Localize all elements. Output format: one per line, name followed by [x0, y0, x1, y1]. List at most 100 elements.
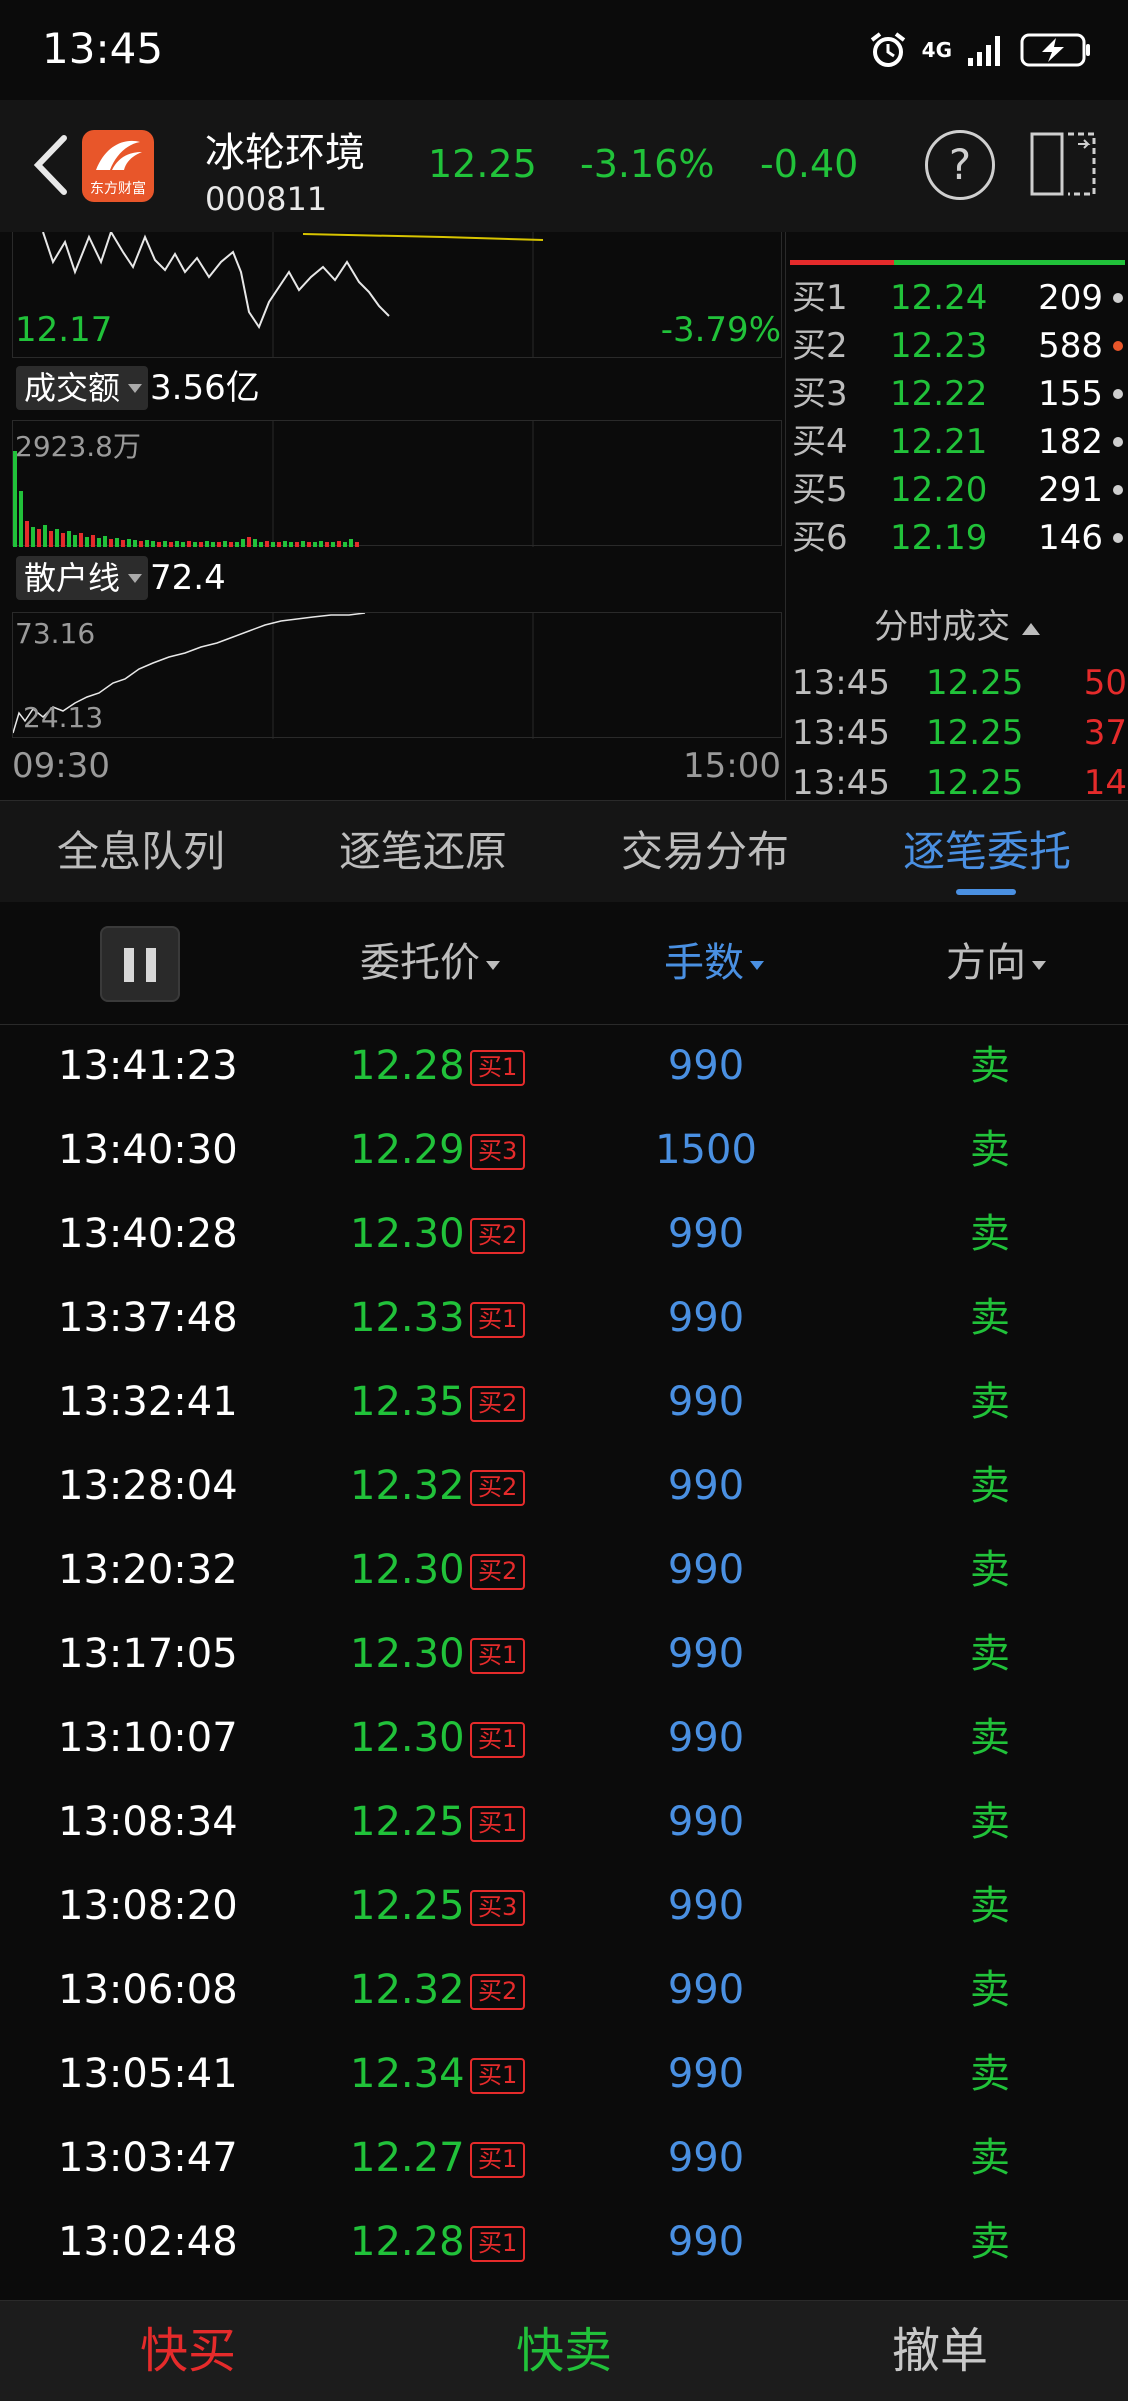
- table-row[interactable]: 13:37:48 12.33 买1 990 卖: [0, 1276, 1128, 1360]
- order-time: 13:41:23: [58, 1043, 238, 1089]
- bid-row[interactable]: 买6 12.19 146: [786, 514, 1128, 562]
- trade-time: 13:45: [792, 663, 890, 703]
- tick-order-list[interactable]: 13:41:23 12.28 买1 990 卖 13:40:30 12.29 买3 1500 卖 1…: [0, 1024, 1128, 2300]
- order-direction: 卖: [970, 1967, 1010, 2013]
- sort-arrow-icon: [486, 960, 500, 970]
- order-price: 12.30: [350, 1715, 465, 1761]
- order-volume: 990: [667, 1883, 745, 1929]
- table-row[interactable]: 13:20:32 12.30 买2 990 卖: [0, 1528, 1128, 1612]
- logo-text: 东方财富: [90, 181, 146, 197]
- bid-dot-icon: [1113, 293, 1123, 303]
- quick-sell-button[interactable]: 快卖: [376, 2301, 752, 2401]
- column-header: 委托价 手数 方向: [0, 902, 1128, 1025]
- tab-trade-distribution[interactable]: 交易分布: [564, 801, 846, 903]
- order-volume: 990: [667, 1211, 745, 1257]
- tab-tick-orders[interactable]: 逐笔委托: [846, 801, 1128, 903]
- table-row[interactable]: 13:32:41 12.35 买2 990 卖: [0, 1360, 1128, 1444]
- bid-volume: 182: [1038, 422, 1103, 462]
- column-volume[interactable]: 手数: [664, 902, 764, 1024]
- bid-row[interactable]: 买3 12.22 155: [786, 370, 1128, 418]
- order-time: 13:05:41: [58, 2051, 238, 2097]
- order-time: 13:08:34: [58, 1799, 238, 1845]
- bid-price: 12.20: [890, 470, 988, 510]
- change-percent: -3.16%: [580, 142, 715, 186]
- order-direction: 卖: [970, 1799, 1010, 1845]
- retail-line-selector[interactable]: 散户线: [16, 556, 149, 600]
- bid-volume: 146: [1038, 518, 1103, 558]
- table-row[interactable]: 13:40:30 12.29 买3 1500 卖: [0, 1108, 1128, 1192]
- trade-row: 13:45 12.25 37: [786, 708, 1128, 758]
- status-bar: 13:45 4G: [0, 0, 1128, 100]
- order-time: 13:10:07: [58, 1715, 238, 1761]
- trades-title: 分时成交: [874, 607, 1011, 647]
- quick-buy-button[interactable]: 快买: [0, 2301, 376, 2401]
- active-tab-indicator: [956, 889, 1016, 895]
- retail-max-label: 73.16: [15, 617, 96, 650]
- bid-dot-icon: [1113, 389, 1123, 399]
- order-direction: 卖: [970, 2219, 1010, 2265]
- help-icon[interactable]: ?: [925, 130, 995, 200]
- table-row[interactable]: 13:03:47 12.27 买1 990 卖: [0, 2116, 1128, 2200]
- table-row[interactable]: 13:05:41 12.34 买1 990 卖: [0, 2032, 1128, 2116]
- bid-level-tag: 买2: [470, 1974, 526, 2010]
- order-volume: 990: [667, 1799, 745, 1845]
- order-direction: 卖: [970, 1715, 1010, 1761]
- cancel-order-button[interactable]: 撤单: [752, 2301, 1128, 2401]
- table-row[interactable]: 13:08:20 12.25 买3 990 卖: [0, 1864, 1128, 1948]
- bid-volume: 291: [1038, 470, 1103, 510]
- bid-price: 12.22: [890, 374, 988, 414]
- order-volume: 990: [667, 1967, 745, 2013]
- table-row[interactable]: 13:08:34 12.25 买1 990 卖: [0, 1780, 1128, 1864]
- dropdown-arrow-icon: [128, 384, 143, 393]
- bid-price: 12.21: [890, 422, 988, 462]
- bid-level-label: 买6: [792, 518, 848, 558]
- trades-title-row[interactable]: 分时成交: [786, 598, 1128, 656]
- order-time: 13:40:30: [58, 1127, 238, 1173]
- bid-row[interactable]: 买4 12.21 182: [786, 418, 1128, 466]
- bid-level-tag: 买3: [470, 1890, 526, 1926]
- tab-full-queue[interactable]: 全息队列: [0, 801, 282, 903]
- volume-total: 3.56亿: [150, 368, 260, 408]
- order-price: 12.29: [350, 1127, 465, 1173]
- trade-volume: 50: [1083, 663, 1127, 703]
- bottom-action-bar: 快买 快卖 撤单: [0, 2300, 1128, 2401]
- alarm-icon: [870, 32, 905, 67]
- column-direction[interactable]: 方向: [946, 902, 1046, 1024]
- tab-tick-restore[interactable]: 逐笔还原: [282, 801, 564, 903]
- split-screen-icon[interactable]: [1028, 130, 1100, 200]
- bid-row[interactable]: 买1 12.24 209: [786, 274, 1128, 322]
- table-row[interactable]: 13:06:08 12.32 买2 990 卖: [0, 1948, 1128, 2032]
- order-direction: 卖: [970, 1463, 1010, 1509]
- table-row[interactable]: 13:40:28 12.30 买2 990 卖: [0, 1192, 1128, 1276]
- table-row[interactable]: 13:02:48 12.28 买1 990 卖: [0, 2200, 1128, 2284]
- trade-row: 13:45 12.25 50: [786, 658, 1128, 708]
- order-volume: 990: [667, 1631, 745, 1677]
- back-arrow-icon[interactable]: [22, 130, 82, 200]
- bid-dot-icon: [1113, 341, 1123, 351]
- bid-row[interactable]: 买2 12.23 588: [786, 322, 1128, 370]
- volume-selector[interactable]: 成交额: [16, 366, 149, 410]
- table-row[interactable]: 13:17:05 12.30 买1 990 卖: [0, 1612, 1128, 1696]
- bid-level-tag: 买2: [470, 1386, 526, 1422]
- trade-price: 12.25: [926, 663, 1024, 703]
- stock-header: 东方财富 冰轮环境 000811 12.25 -3.16% -0.40 ?: [0, 100, 1128, 232]
- retail-chip-label: 散户线: [24, 559, 121, 597]
- pause-button[interactable]: [100, 926, 180, 1002]
- order-time: 13:40:28: [58, 1211, 238, 1257]
- bid-volume: 209: [1038, 278, 1103, 318]
- order-book: 买1 12.24 209 买2 12.23 588 买3 12.22 155 买4 12.21 182…: [785, 232, 1128, 803]
- order-time: 13:06:08: [58, 1967, 238, 2013]
- table-row[interactable]: 13:28:04 12.32 买2 990 卖: [0, 1444, 1128, 1528]
- column-price[interactable]: 委托价: [360, 902, 500, 1024]
- bid-level-tag: 买1: [470, 2058, 526, 2094]
- order-direction: 卖: [970, 1379, 1010, 1425]
- intraday-chart[interactable]: 12.17 -3.79% 成交额 3.56亿 2923.8万 散户线 72.4 …: [0, 232, 785, 800]
- pause-bar-left: [124, 948, 134, 982]
- order-direction: 卖: [970, 1043, 1010, 1089]
- table-row[interactable]: 13:10:07 12.30 买1 990 卖: [0, 1696, 1128, 1780]
- table-row[interactable]: 13:41:23 12.28 买1 990 卖: [0, 1024, 1128, 1108]
- order-price: 12.32: [350, 1967, 465, 2013]
- pause-bar-right: [146, 948, 156, 982]
- bid-level-tag: 买1: [470, 1050, 526, 1086]
- bid-row[interactable]: 买5 12.20 291: [786, 466, 1128, 514]
